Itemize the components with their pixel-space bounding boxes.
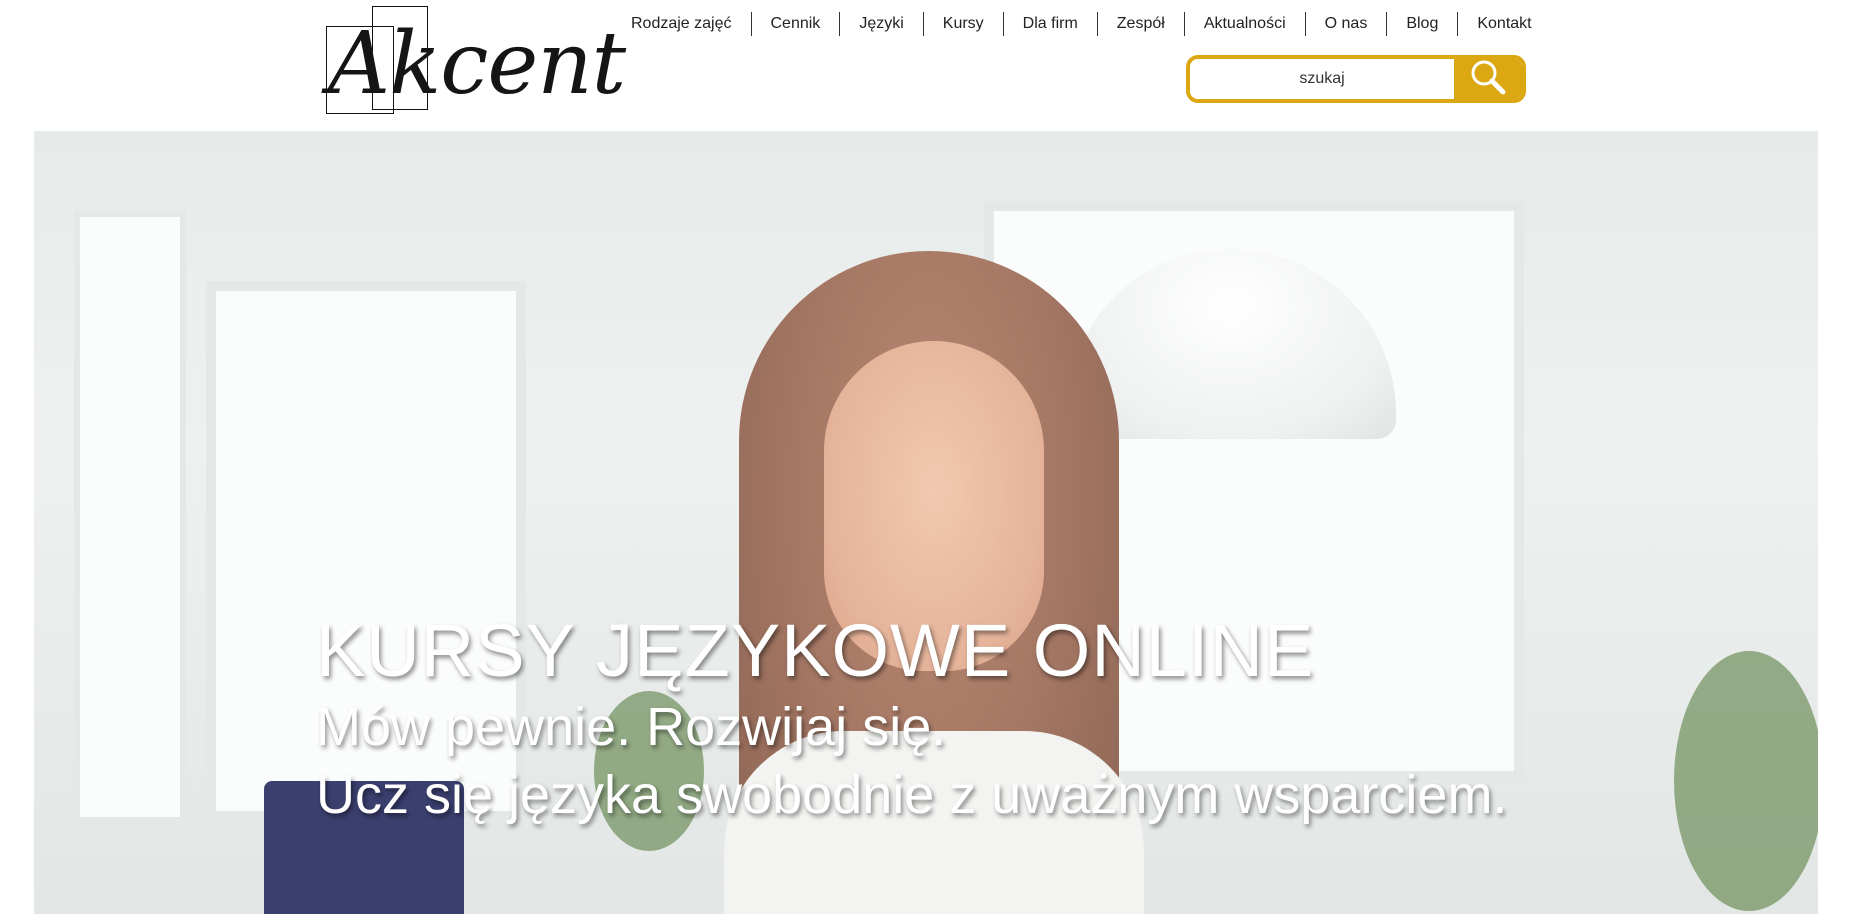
- hero-subtitle-line-2: Ucz się języka swobodnie z uważnym wspar…: [316, 765, 1508, 825]
- nav-item-o-nas[interactable]: O nas: [1304, 12, 1387, 36]
- logo[interactable]: Akcent: [324, 4, 626, 114]
- nav-item-kontakt[interactable]: Kontakt: [1457, 12, 1550, 36]
- background-plant-right: [1674, 651, 1818, 911]
- hero-banner: KURSY JĘZYKOWE ONLINE Mów pewnie. Rozwij…: [34, 131, 1818, 914]
- search-box: [1186, 55, 1526, 103]
- hero-title: KURSY JĘZYKOWE ONLINE: [316, 609, 1315, 692]
- nav-item-cennik[interactable]: Cennik: [750, 12, 840, 36]
- search-input[interactable]: [1190, 59, 1454, 99]
- main-nav: Rodzaje zajęć Cennik Języki Kursy Dla fi…: [612, 10, 1551, 38]
- logo-text: Akcent: [328, 14, 626, 114]
- search-icon: [1469, 59, 1507, 99]
- hero-text: KURSY JĘZYKOWE ONLINE Mów pewnie. Rozwij…: [316, 609, 1507, 829]
- nav-item-zespol[interactable]: Zespół: [1096, 12, 1184, 36]
- search-button[interactable]: [1454, 59, 1522, 99]
- nav-item-jezyki[interactable]: Języki: [839, 12, 922, 36]
- background-window-far-left: [74, 211, 186, 823]
- nav-item-kursy[interactable]: Kursy: [922, 12, 1003, 36]
- nav-item-aktualnosci[interactable]: Aktualności: [1183, 12, 1305, 36]
- nav-item-dla-firm[interactable]: Dla firm: [1002, 12, 1097, 36]
- hero-subtitle-line-1: Mów pewnie. Rozwijaj się.: [316, 697, 947, 757]
- nav-item-blog[interactable]: Blog: [1386, 12, 1457, 36]
- nav-item-rodzaje-zajec[interactable]: Rodzaje zajęć: [612, 12, 751, 36]
